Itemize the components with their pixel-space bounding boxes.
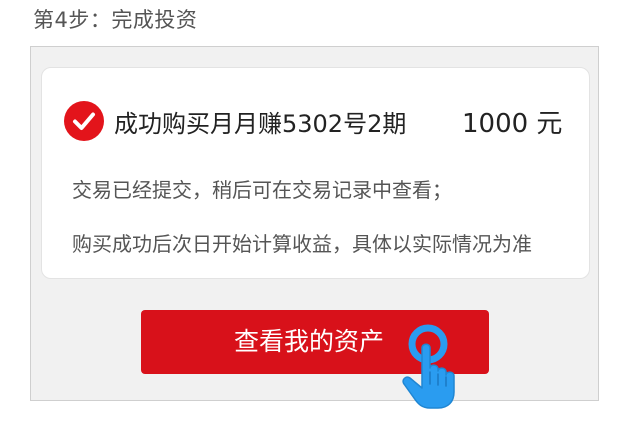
check-circle-icon — [64, 101, 104, 141]
tap-hand-icon — [398, 322, 462, 410]
product-name: 成功购买月月赚5302号2期 — [114, 110, 407, 138]
result-panel: 成功购买月月赚5302号2期 1000 元 交易已经提交，稍后可在交易记录中查看… — [30, 46, 599, 401]
earnings-notice: 购买成功后次日开始计算收益，具体以实际情况为准 — [72, 232, 532, 256]
step-title: 第4步：完成投资 — [33, 8, 198, 32]
submission-notice: 交易已经提交，稍后可在交易记录中查看； — [72, 178, 452, 202]
purchase-result-card: 成功购买月月赚5302号2期 1000 元 交易已经提交，稍后可在交易记录中查看… — [41, 67, 590, 279]
purchase-amount: 1000 元 — [462, 109, 563, 139]
